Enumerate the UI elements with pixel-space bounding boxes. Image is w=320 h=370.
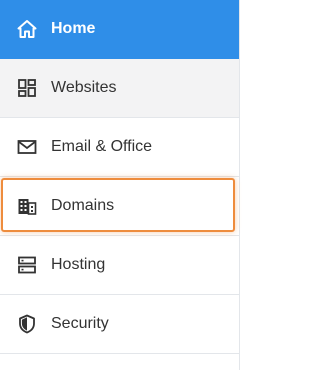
- sidebar-item-label: Email & Office: [51, 138, 153, 155]
- sidebar-nav: Home Websites Email & Office Domains Hos…: [0, 0, 239, 354]
- sidebar-item-email-office[interactable]: Email & Office: [0, 118, 239, 177]
- sidebar-item-websites[interactable]: Websites: [0, 59, 239, 118]
- server-icon: [17, 255, 37, 275]
- sidebar-item-label: Hosting: [51, 256, 106, 273]
- sidebar-item-hosting[interactable]: Hosting: [0, 236, 239, 295]
- sidebar-item-home[interactable]: Home: [0, 0, 239, 59]
- home-icon: [17, 19, 37, 39]
- envelope-icon: [17, 137, 37, 157]
- shield-icon: [17, 314, 37, 334]
- sidebar-item-label: Security: [51, 315, 109, 332]
- sidebar-item-domains[interactable]: Domains: [0, 177, 239, 236]
- sidebar-item-label: Websites: [51, 79, 117, 96]
- sidebar-item-security[interactable]: Security: [0, 295, 239, 354]
- sidebar-item-label: Domains: [51, 197, 115, 214]
- sidebar: Home Websites Email & Office Domains Hos…: [0, 0, 240, 370]
- building-icon: [17, 196, 37, 216]
- sidebar-item-label: Home: [51, 20, 96, 37]
- dashboard-grid-icon: [17, 78, 37, 98]
